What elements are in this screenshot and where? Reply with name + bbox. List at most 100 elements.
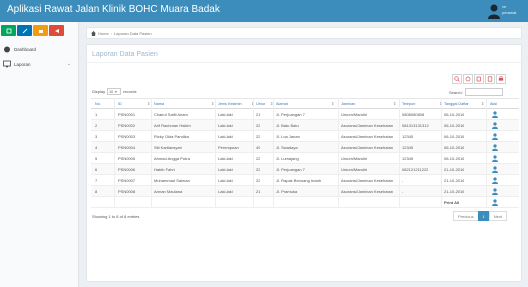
col-header-no[interactable]: No.: [95, 102, 101, 106]
sidebar-item-laporan[interactable]: Laporan ⌄: [0, 58, 79, 70]
cell-jaminan: Asuransi/Jaminan Kesehatan: [341, 178, 394, 183]
cell-jenis-kelamin: Perempuan: [218, 145, 239, 150]
cell-jaminan: Umum/Mandiri: [341, 112, 368, 117]
col-header-jenis-kelamin[interactable]: Jenis Kelamin: [218, 102, 242, 106]
breadcrumb-separator: ›: [110, 30, 113, 36]
cell-jaminan: Asuransi/Jaminan Kesehatan: [341, 145, 394, 150]
cell-jenis-kelamin: Laki-laki: [218, 112, 233, 117]
share-icon: [54, 28, 59, 33]
cell-alamat: Jl. Rapak Benuang Indah: [276, 178, 321, 183]
shortcut-pencil-button[interactable]: [17, 25, 32, 36]
cell-jenis-kelamin: Laki-laki: [218, 123, 233, 128]
cell-telepon: -: [402, 178, 404, 183]
pagination: Previous 1 Next: [453, 211, 508, 221]
cell-alamat: Jl. Batu Batu: [276, 123, 299, 128]
person-icon[interactable]: [492, 111, 498, 118]
cell-jaminan: Umum/Mandiri: [341, 156, 368, 161]
user-avatar-icon: [488, 4, 500, 19]
cell-alamat: Jl. Lumajang: [276, 156, 299, 161]
copy-tool-button[interactable]: [474, 74, 484, 84]
patient-table: No. ID ⇕ Nama ⇕ Jenis Kelamin ⇕ Umur ⇕ A…: [91, 98, 519, 208]
person-icon[interactable]: [492, 133, 498, 140]
person-icon[interactable]: [492, 144, 498, 151]
table-info: Showing 1 to 8 of 8 entries: [92, 214, 140, 219]
column-divider: [151, 98, 152, 208]
breadcrumb-home[interactable]: Home: [98, 31, 109, 36]
cell-tanggal-daftar: 21-10-2016: [444, 167, 465, 172]
col-header-jaminan[interactable]: Jaminan: [341, 102, 355, 106]
sort-icon[interactable]: ⇕: [393, 101, 396, 106]
print-tool-button[interactable]: [496, 74, 506, 84]
cell-id: PSN0002: [118, 123, 136, 128]
cell-no: 7: [95, 178, 98, 183]
cell-nama: Chairul Saifil Anam: [154, 112, 188, 117]
person-icon[interactable]: [492, 188, 498, 195]
cell-no: 8: [95, 189, 98, 194]
sort-icon[interactable]: ⇕: [211, 101, 214, 106]
col-header-telepon[interactable]: Telepon: [402, 102, 415, 106]
cell-id: PSN0008: [118, 189, 136, 194]
main-content: Home › Laporan Data Pasien Laporan Data …: [80, 22, 528, 287]
cell-id: PSN0004: [118, 145, 136, 150]
cell-jenis-kelamin: Laki-laki: [218, 178, 233, 183]
cell-no: 4: [95, 145, 98, 150]
column-divider: [253, 98, 254, 208]
col-header-alamat[interactable]: Alamat: [276, 102, 288, 106]
person-icon[interactable]: [492, 199, 498, 206]
cell-nama: Arman Maulana: [154, 189, 183, 194]
cell-umur: 21: [256, 112, 261, 117]
col-header-nama[interactable]: Nama: [154, 102, 164, 106]
cell-umur: 22: [256, 123, 261, 128]
folder-icon: [38, 29, 43, 33]
dashboard-icon: [4, 46, 10, 53]
cell-id: PSN0005: [118, 156, 136, 161]
search-label: Search:: [449, 89, 463, 95]
divider: [87, 62, 521, 63]
sidebar-shortcuts: [1, 25, 64, 39]
file-icon: [487, 76, 493, 82]
col-header-umur[interactable]: Umur: [256, 102, 265, 106]
cell-jenis-kelamin: Laki-laki: [218, 156, 233, 161]
table-row: 5 PSN0005 Ahmad Angga Putra Laki-laki 22…: [91, 153, 519, 164]
sort-icon[interactable]: ⇕: [147, 101, 150, 106]
cell-telepon: 12345: [402, 156, 414, 161]
shortcut-folder-button[interactable]: [33, 25, 48, 36]
cell-alamat: Jl. Perjuangan 7: [276, 167, 305, 172]
sort-icon[interactable]: ⇕: [331, 101, 334, 106]
cell-id: PSN0006: [118, 167, 136, 172]
previous-page-button[interactable]: Previous: [453, 211, 479, 221]
person-icon[interactable]: [492, 155, 498, 162]
table-footer-row: Print All: [91, 197, 519, 208]
cell-telepon: -: [402, 189, 404, 194]
cell-nama: Arif Rachman Hakim: [154, 123, 191, 128]
shortcut-edit-button[interactable]: [1, 25, 16, 36]
records-length-select[interactable]: 10 ▾: [107, 88, 122, 95]
person-icon[interactable]: [492, 177, 498, 184]
search-input[interactable]: [464, 88, 503, 96]
shortcut-share-button[interactable]: [49, 25, 64, 36]
cell-umur: 22: [256, 167, 261, 172]
cell-no: 6: [95, 167, 98, 172]
column-divider: [399, 98, 400, 208]
next-page-button[interactable]: Next: [488, 211, 508, 221]
column-divider: [441, 98, 442, 208]
col-header-id[interactable]: ID: [118, 102, 122, 106]
table-row: 8 PSN0008 Arman Maulana Laki-laki 21 Jl.…: [91, 186, 519, 197]
cell-umur: 22: [256, 178, 261, 183]
person-icon[interactable]: [492, 122, 498, 129]
sidebar-item-dashboard[interactable]: Dashboard: [0, 43, 79, 55]
refresh-tool-button[interactable]: [463, 74, 473, 84]
search-tool-button[interactable]: [452, 74, 462, 84]
col-header-tanggal-daftar[interactable]: Tanggal Daftar: [444, 102, 469, 106]
cell-telepon: 081313131312: [402, 123, 429, 128]
file-tool-button[interactable]: [485, 74, 495, 84]
cell-telepon: 12345: [402, 134, 414, 139]
cell-id: PSN0007: [118, 178, 136, 183]
user-menu[interactable]: ve perawat: [488, 1, 522, 21]
print-all-label[interactable]: Print All: [444, 200, 459, 205]
sort-icon[interactable]: ⇕: [481, 101, 484, 106]
cell-no: 1: [95, 112, 98, 117]
print-icon: [498, 76, 504, 81]
pencil-icon: [22, 28, 27, 33]
person-icon[interactable]: [492, 166, 498, 173]
